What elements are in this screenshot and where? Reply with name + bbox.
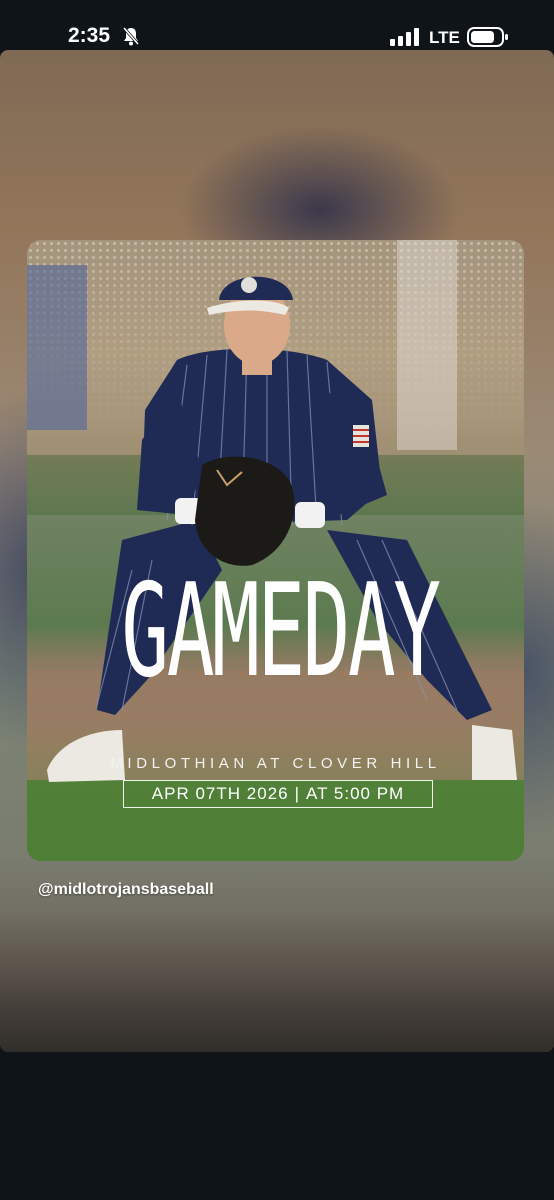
- cellular-signal-icon: [390, 28, 419, 46]
- bell-slash-icon: [122, 27, 140, 46]
- game-time: AT 5:00 PM: [306, 784, 405, 803]
- gameday-title: GAMEDAY: [121, 557, 441, 706]
- game-date: APR 07TH 2026: [151, 784, 289, 803]
- post-card[interactable]: GAMEDAY MIDLOTHIAN AT CLOVER HILL APR 07…: [27, 240, 524, 861]
- status-time: 2:35: [68, 24, 111, 47]
- matchup-text: MIDLOTHIAN AT CLOVER HILL: [110, 755, 441, 772]
- game-date-time: APR 07TH 2026 | AT 5:00 PM: [123, 780, 433, 808]
- status-bar: 2:35 LTE: [0, 0, 554, 50]
- battery-icon: [467, 27, 508, 47]
- mention-username[interactable]: @midlotrojansbaseball: [38, 881, 214, 899]
- date-separator: |: [294, 784, 301, 803]
- network-type: LTE: [429, 28, 460, 47]
